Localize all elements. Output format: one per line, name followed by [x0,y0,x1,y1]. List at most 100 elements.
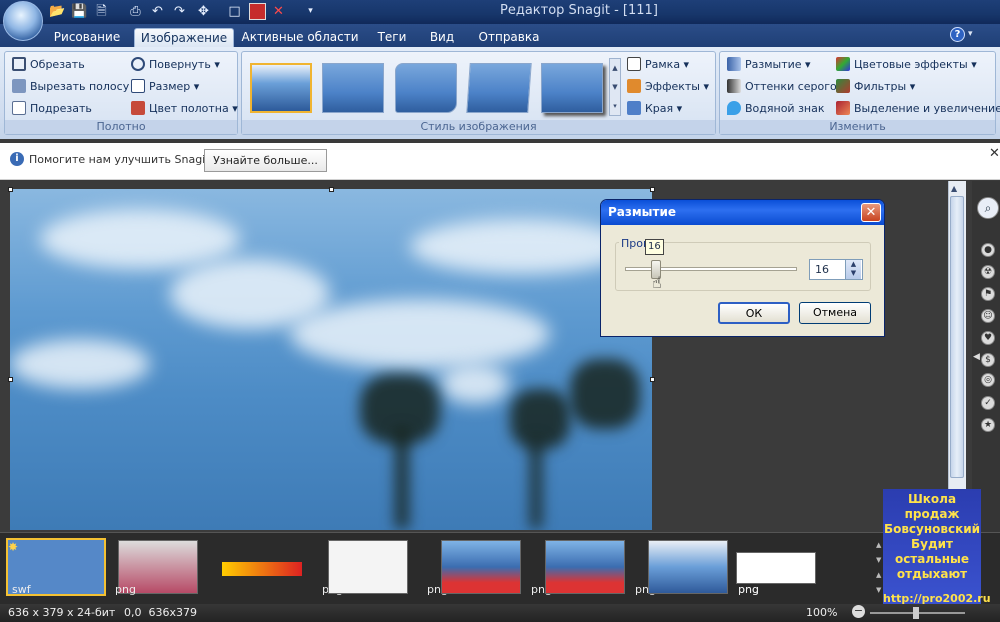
scrollbar-thumb[interactable] [950,196,964,478]
dollar-icon[interactable]: $ [981,353,995,367]
cloud [10,339,150,389]
paint-bucket-icon [131,101,145,115]
resize-handle[interactable] [8,377,13,382]
tray-item[interactable]: png [310,538,448,598]
resize-handle[interactable] [650,187,655,192]
resize-button[interactable]: Размер ▾ [131,77,199,96]
tray-item-type: png [115,583,136,596]
image-style-group: ▲ ▼ ▾ Рамка ▾ Эффекты ▾ Края ▾ Стиль изобр… [241,51,716,135]
canvas-color-button[interactable]: Цвет полотна ▾ [131,99,238,118]
style-thumbnail-4[interactable] [466,63,532,113]
blurred-image[interactable] [10,189,652,530]
close-icon[interactable]: ✕ [989,146,1000,161]
tray-thumbnail [441,540,521,594]
target-icon[interactable]: ◎ [981,373,995,387]
spotlight-magnify-button[interactable]: Выделение и увеличение [836,99,1000,118]
style-thumbnail-1[interactable] [250,63,312,113]
check-icon[interactable]: ✓ [981,396,995,410]
crop-icon [12,57,26,71]
hand-cursor-icon: ☝ [652,273,662,292]
rotate-icon [131,57,145,71]
print-icon[interactable]: ⎙ [127,3,144,20]
radiation-icon[interactable]: ☢ [981,265,995,279]
style-thumbnail-2[interactable] [322,63,384,113]
tab-image[interactable]: Изображение [134,28,234,47]
cut-out-button[interactable]: Вырезать полосу [12,77,129,96]
style-thumbnail-3[interactable] [395,63,457,113]
water-drop-icon [727,101,741,115]
color-effects-button[interactable]: Цветовые эффекты ▾ [836,55,977,74]
resize-handle[interactable] [329,187,334,192]
scroll-up-arrow[interactable]: ▲ [951,184,957,193]
tray-item[interactable]: png [718,538,818,598]
grayscale-icon [727,79,741,93]
spin-buttons[interactable]: ▲ ▼ [845,260,861,279]
promo-banner: Школа продаж Бовсуновский Будит остальны… [883,489,981,607]
rotate-button[interactable]: Повернуть ▾ [131,55,220,74]
style-thumbnail-5[interactable] [541,63,603,113]
window-title: Редактор Snagit - [111] [500,3,658,18]
color-effects-icon [836,57,850,71]
tab-send[interactable]: Отправка [473,28,545,47]
smiley-icon[interactable]: ☺ [981,309,995,323]
move-icon[interactable]: ✥ [195,3,212,20]
edges-icon [627,101,641,115]
tray-item[interactable]: png [527,538,656,598]
modify-group-label: Изменить [720,120,995,134]
undo-icon[interactable]: ↶ [149,3,166,20]
cancel-button[interactable]: Отмена [799,302,871,324]
tab-drawing[interactable]: Рисование [47,28,127,47]
effects-button[interactable]: Эффекты ▾ [627,77,709,96]
ok-button[interactable]: ОК [718,302,790,324]
collapse-panel-icon[interactable]: ◀ [973,352,980,362]
promo-line: остальные [894,552,970,566]
tray-thumbnail [648,540,728,594]
search-icon[interactable]: ⌕ [977,197,999,219]
dialog-title: Размытие [601,200,884,225]
crop-button[interactable]: Обрезать [12,55,85,74]
tray-item[interactable]: png [100,538,200,598]
resize-handle[interactable] [650,377,655,382]
resize-handle[interactable] [8,187,13,192]
app-menu-orb[interactable] [3,1,43,41]
tray-item[interactable]: png [423,538,552,598]
new-icon[interactable]: □ [226,3,243,20]
blur-button[interactable]: Размытие ▾ [727,55,811,74]
edges-button[interactable]: Края ▾ [627,99,682,118]
delete-icon[interactable]: ✕ [270,3,287,20]
redo-icon[interactable]: ↷ [171,3,188,20]
blur-icon [727,57,741,71]
close-icon[interactable]: ✕ [861,203,881,222]
tab-tags[interactable]: Теги [370,28,414,47]
tag-icon[interactable]: ● [981,243,995,257]
heart-icon[interactable]: ♥ [981,331,995,345]
help-dropdown-icon[interactable]: ▾ [968,29,973,39]
grayscale-button[interactable]: Оттенки серого [727,77,837,96]
flag-icon[interactable]: ⚑ [981,287,995,301]
palm-tree [570,359,640,429]
tray-item[interactable]: png [204,538,343,598]
zoom-slider-thumb[interactable] [913,607,919,619]
help-icon[interactable]: ? [950,27,965,42]
tray-item[interactable]: ✸ swf [4,538,106,598]
learn-more-button[interactable]: Узнайте больше... [204,149,327,172]
tab-view[interactable]: Вид [423,28,461,47]
filters-button[interactable]: Фильтры ▾ [836,77,915,96]
save-icon[interactable]: 💾 [71,3,88,20]
watermark-button[interactable]: Водяной знак [727,99,825,118]
style-gallery-scroll[interactable]: ▲ ▼ ▾ [609,58,621,116]
customize-toolbar-icon[interactable]: ▾ [302,3,319,20]
capture-icon[interactable] [249,3,266,20]
tray-item-type: swf [12,583,31,596]
tray-item[interactable]: png [630,538,759,598]
tab-hotspots[interactable]: Активные области [240,28,360,47]
zoom-out-icon[interactable]: − [852,605,865,618]
zoom-level: 100% [806,606,838,619]
trim-button[interactable]: Подрезать [12,99,92,118]
promo-line: отдыхают [896,567,968,581]
border-button[interactable]: Рамка ▾ [627,55,689,74]
star-icon[interactable]: ★ [981,418,995,432]
open-folder-icon[interactable]: 📂 [49,3,66,20]
promo-line: Бовсуновский [883,522,981,536]
save-as-icon[interactable]: 🗎 [93,3,110,20]
